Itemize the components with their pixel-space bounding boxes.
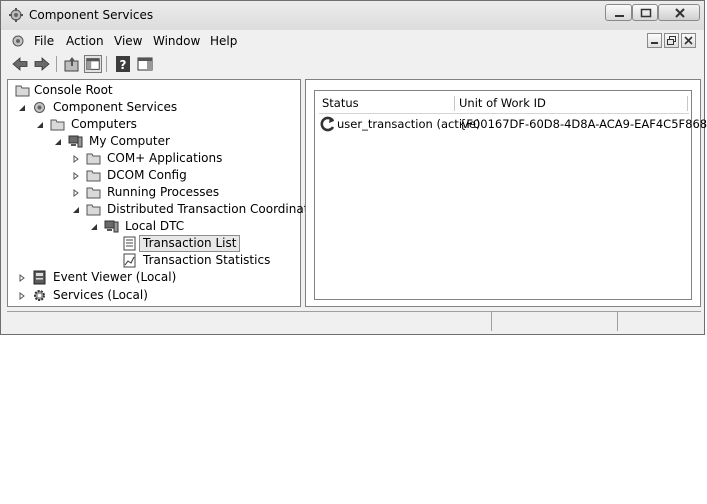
- help-icon[interactable]: ?: [114, 55, 132, 73]
- folder-icon: [86, 153, 101, 165]
- child-restore-button[interactable]: [664, 33, 679, 48]
- menu-file[interactable]: File: [34, 34, 54, 48]
- folder-icon: [86, 204, 101, 216]
- column-header-unit-of-work-id[interactable]: Unit of Work ID: [459, 95, 546, 112]
- show-hide-action-pane-icon[interactable]: [136, 55, 154, 73]
- menu-view[interactable]: View: [114, 34, 142, 48]
- title-bar[interactable]: Component Services: [1, 1, 704, 30]
- collapse-triangle-icon[interactable]: [54, 138, 62, 146]
- component-services-icon: [34, 102, 45, 113]
- column-divider[interactable]: [454, 96, 455, 111]
- maximize-button[interactable]: [632, 4, 658, 21]
- minimize-icon: [651, 42, 658, 44]
- results-pane: Status Unit of Work ID user_transaction …: [305, 79, 707, 307]
- transaction-icon: [320, 116, 335, 132]
- header-divider: [319, 113, 689, 114]
- gear-icon: [34, 290, 45, 301]
- folder-icon: [86, 187, 101, 199]
- close-icon: [675, 8, 685, 18]
- maximize-icon: [640, 8, 652, 18]
- menu-help[interactable]: Help: [210, 34, 237, 48]
- expand-triangle-icon[interactable]: [72, 189, 80, 197]
- column-divider[interactable]: [687, 96, 688, 111]
- show-hide-tree-icon[interactable]: [84, 55, 102, 73]
- expand-triangle-icon[interactable]: [18, 274, 26, 282]
- close-icon: [684, 36, 693, 45]
- forward-arrow-icon[interactable]: [33, 55, 51, 73]
- back-arrow-icon[interactable]: [11, 55, 29, 73]
- folder-icon: [15, 85, 30, 97]
- child-minimize-button[interactable]: [647, 33, 662, 48]
- minimize-icon: [615, 15, 624, 17]
- expand-triangle-icon[interactable]: [72, 155, 80, 163]
- event-viewer-icon: [33, 270, 46, 285]
- toolbar-separator: [106, 56, 107, 72]
- component-services-icon: [9, 8, 23, 22]
- menu-window[interactable]: Window: [153, 34, 200, 48]
- minimize-button[interactable]: [605, 4, 632, 21]
- mmc-console-icon[interactable]: [11, 34, 25, 48]
- console-tree-pane[interactable]: Console Root Component Services Computer…: [7, 79, 321, 307]
- close-button[interactable]: [658, 4, 700, 21]
- collapse-triangle-icon[interactable]: [90, 223, 98, 231]
- folder-icon: [50, 119, 65, 131]
- collapse-triangle-icon[interactable]: [18, 104, 26, 112]
- transaction-list-view[interactable]: Status Unit of Work ID user_transaction …: [314, 90, 707, 300]
- expand-triangle-icon[interactable]: [18, 292, 26, 300]
- toolbar-separator: [56, 56, 57, 72]
- folder-icon: [86, 170, 101, 182]
- computer-icon: [68, 135, 83, 148]
- status-bar-segment: [617, 312, 618, 331]
- column-header-status[interactable]: Status: [322, 95, 359, 112]
- svg-text:?: ?: [120, 58, 127, 72]
- collapse-triangle-icon[interactable]: [36, 121, 44, 129]
- toolbar: ?: [7, 53, 697, 75]
- list-icon: [123, 236, 136, 251]
- status-bar: [7, 311, 701, 332]
- restore-icon: [667, 36, 676, 45]
- window-title: Component Services: [29, 8, 154, 22]
- transaction-uow-id[interactable]: {F00167DF-60D8-4D8A-ACA9-EAF4C5F86891}: [459, 116, 707, 133]
- computer-icon: [104, 220, 119, 233]
- menu-bar: File Action View Window Help: [7, 31, 697, 52]
- menu-action[interactable]: Action: [66, 34, 104, 48]
- expand-triangle-icon[interactable]: [72, 172, 80, 180]
- up-folder-icon[interactable]: [63, 55, 81, 73]
- main-window: Component Services File Action View Wind…: [0, 0, 707, 335]
- child-close-button[interactable]: [681, 33, 696, 48]
- collapse-triangle-icon[interactable]: [72, 206, 80, 214]
- status-bar-segment: [491, 312, 492, 331]
- statistics-icon: [123, 253, 136, 268]
